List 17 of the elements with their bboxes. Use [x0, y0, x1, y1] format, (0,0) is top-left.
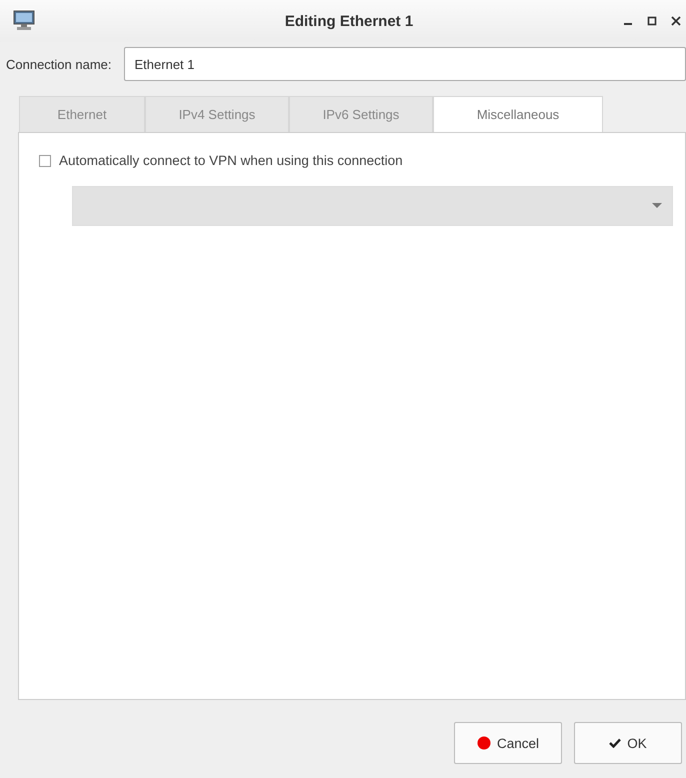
connection-name-label: Connection name:	[6, 56, 112, 72]
network-computer-icon	[12, 10, 36, 32]
tab[interactable]: IPv6 Settings	[289, 96, 433, 132]
checkbox-label: Automatically connect to VPN when using this connection	[59, 153, 403, 168]
tab[interactable]: Miscellaneous	[433, 96, 603, 132]
connection-name-field[interactable]: Ethernet 1	[124, 47, 686, 81]
stop-icon	[476, 736, 491, 750]
check-icon	[609, 738, 622, 748]
checkbox[interactable]	[39, 154, 51, 166]
ok-button[interactable]: OK	[574, 722, 682, 764]
window-title: Editing Ethernet 1	[284, 12, 414, 30]
caret-icon	[652, 203, 662, 209]
tab[interactable]: IPv4 Settings	[145, 96, 289, 132]
close-icon[interactable]	[670, 15, 682, 27]
maximize-icon[interactable]	[646, 15, 658, 27]
tab[interactable]: Ethernet	[19, 96, 145, 132]
cancel-button[interactable]: Cancel	[454, 722, 562, 764]
